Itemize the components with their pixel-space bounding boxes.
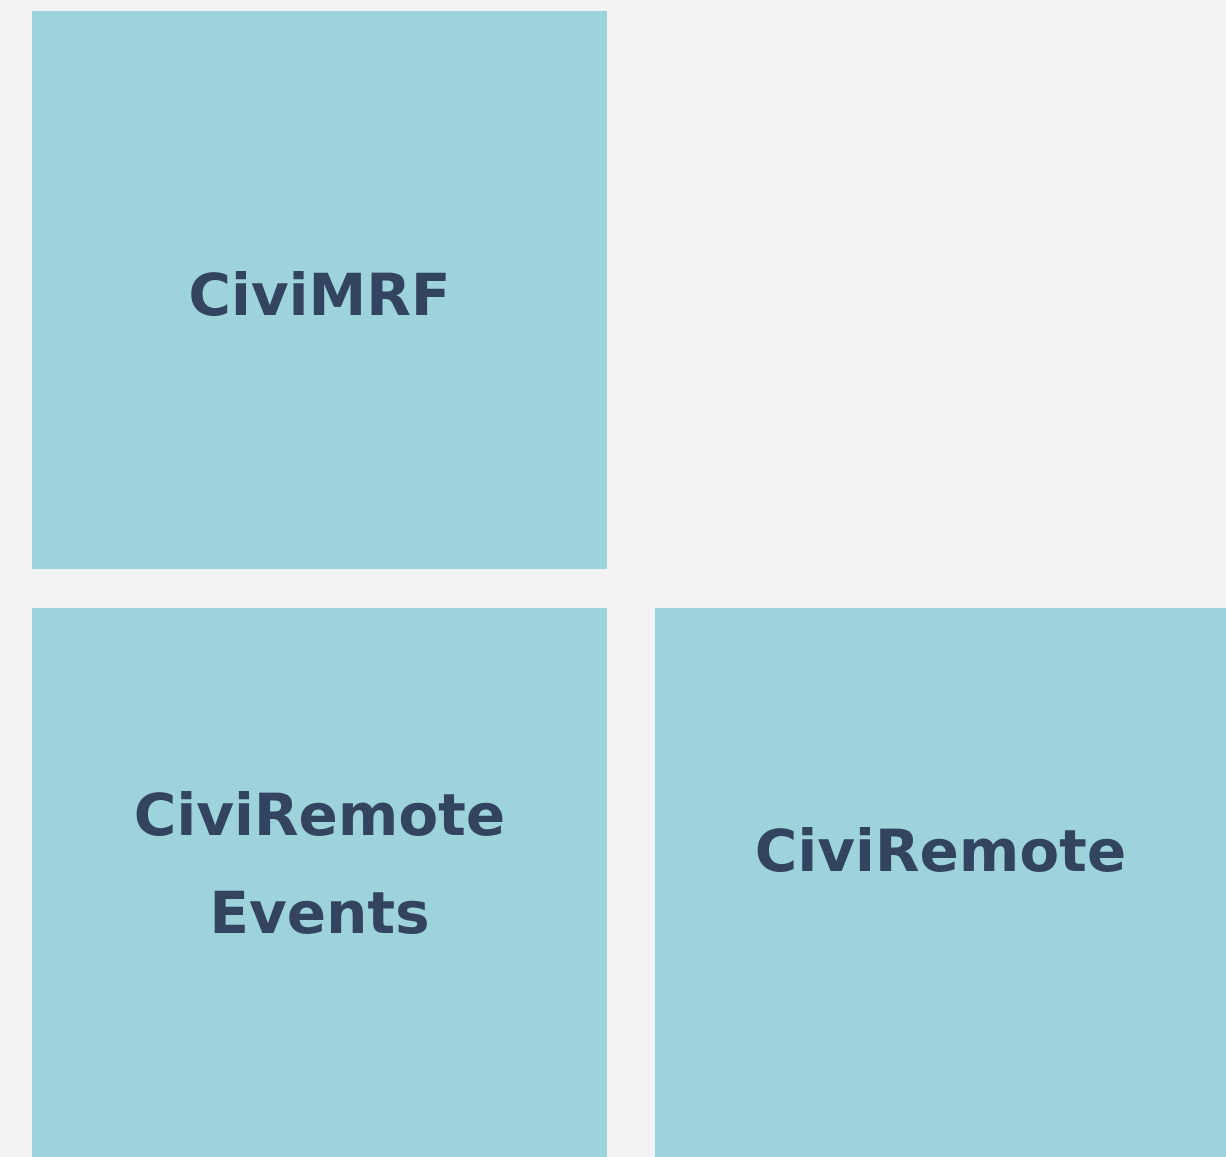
tile-civimrf-label: CiviMRF — [188, 246, 450, 344]
page: { "tiles": [ {"label_lines": ["CiviMRF"]… — [0, 0, 1226, 1157]
tile-civiremote-label: CiviRemote — [755, 802, 1126, 900]
tile-label-line: CiviMRF — [188, 261, 451, 329]
tile-label-line: CiviRemote — [754, 816, 1127, 885]
tile-civiremote-events[interactable]: CiviRemote Events — [32, 608, 607, 1157]
tile-civiremote[interactable]: CiviRemote — [655, 608, 1226, 1157]
tile-civiremote-events-label: CiviRemote Events — [134, 766, 505, 962]
tile-label-line: CiviRemote — [133, 780, 506, 849]
tile-label-line: Events — [209, 878, 430, 947]
tile-civimrf[interactable]: CiviMRF — [32, 11, 607, 569]
